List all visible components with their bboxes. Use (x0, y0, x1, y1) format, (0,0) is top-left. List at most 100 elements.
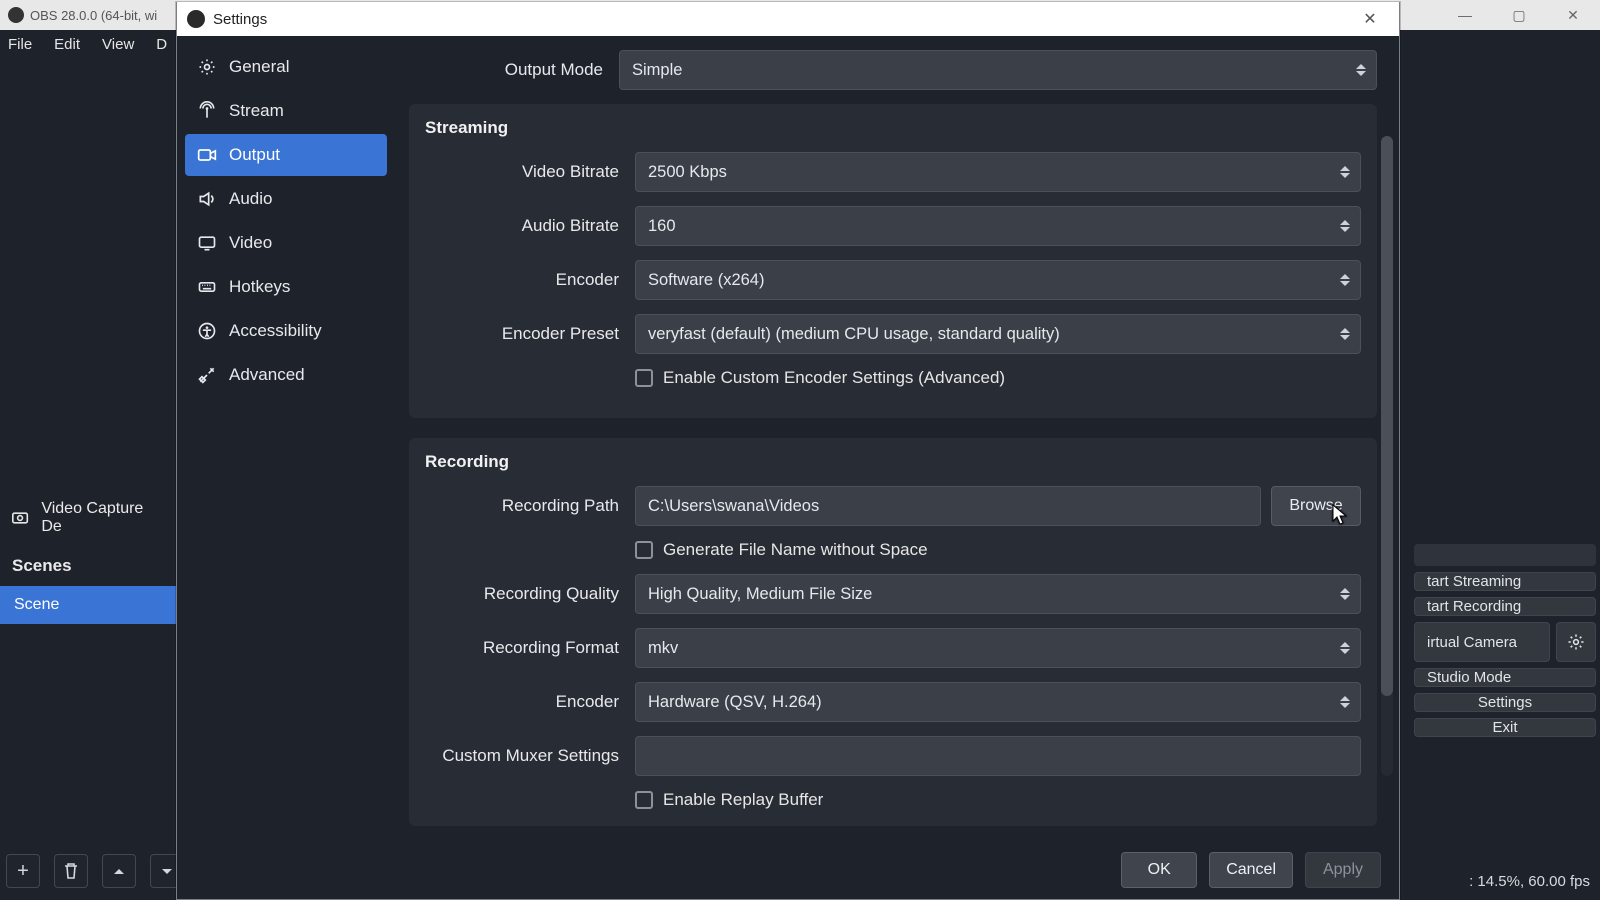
add-source-button[interactable]: + (6, 854, 40, 888)
accessibility-icon (197, 321, 217, 341)
recording-path-value: C:\Users\swana\Videos (648, 497, 819, 516)
sidebar-item-label: Accessibility (229, 321, 322, 341)
sidebar-item-label: Hotkeys (229, 277, 290, 297)
ok-button[interactable]: OK (1121, 852, 1197, 888)
cancel-button[interactable]: Cancel (1209, 852, 1293, 888)
dialog-footer: OK Cancel Apply (395, 841, 1399, 899)
apply-button[interactable]: Apply (1305, 852, 1381, 888)
stepper-icon[interactable] (1334, 157, 1356, 187)
encoder-preset-value: veryfast (default) (medium CPU usage, st… (648, 325, 1060, 344)
sidebar-item-label: Advanced (229, 365, 305, 385)
recording-group: Recording Recording Path C:\Users\swana\… (409, 438, 1377, 826)
recording-quality-select[interactable]: High Quality, Medium File Size (635, 574, 1361, 614)
scene-item[interactable]: Scene (0, 586, 176, 624)
video-bitrate-input[interactable]: 2500 Kbps (635, 152, 1361, 192)
custom-encoder-label: Enable Custom Encoder Settings (Advanced… (663, 368, 1005, 388)
source-tools: + (6, 854, 184, 888)
antenna-icon (197, 101, 217, 121)
menu-view[interactable]: View (102, 36, 134, 53)
exit-button[interactable]: Exit (1414, 718, 1596, 737)
audio-bitrate-select[interactable]: 160 (635, 206, 1361, 246)
settings-button[interactable]: Settings (1414, 693, 1596, 712)
settings-content: Output Mode Simple Streaming Video Bitra… (395, 36, 1399, 899)
keyboard-icon (197, 277, 217, 297)
output-mode-select[interactable]: Simple (619, 50, 1377, 90)
gear-icon (1567, 633, 1585, 651)
sidebar-item-audio[interactable]: Audio (185, 178, 387, 220)
recording-path-input[interactable]: C:\Users\swana\Videos (635, 486, 1261, 526)
audio-bitrate-label: Audio Bitrate (425, 216, 635, 236)
video-bitrate-value: 2500 Kbps (648, 163, 727, 182)
sidebar-item-video[interactable]: Video (185, 222, 387, 264)
sidebar-item-label: Audio (229, 189, 272, 209)
encoder-preset-select[interactable]: veryfast (default) (medium CPU usage, st… (635, 314, 1361, 354)
scrollbar-thumb[interactable] (1381, 136, 1393, 696)
output-icon (197, 145, 217, 165)
tools-icon (197, 365, 217, 385)
studio-mode-button[interactable]: Studio Mode (1414, 668, 1596, 687)
muxer-label: Custom Muxer Settings (425, 746, 635, 766)
main-title: OBS 28.0.0 (64-bit, wi (30, 8, 157, 23)
sidebar-item-general[interactable]: General (185, 46, 387, 88)
recording-format-label: Recording Format (425, 638, 635, 658)
custom-encoder-checkbox[interactable] (635, 369, 653, 387)
recording-encoder-value: Hardware (QSV, H.264) (648, 693, 822, 712)
obs-logo-icon (8, 7, 24, 23)
window-maximize-button[interactable]: ▢ (1492, 0, 1546, 30)
recording-quality-label: Recording Quality (425, 584, 635, 604)
sidebar-item-advanced[interactable]: Advanced (185, 354, 387, 396)
output-mode-row: Output Mode Simple (409, 50, 1377, 90)
video-bitrate-label: Video Bitrate (425, 162, 635, 182)
monitor-icon (197, 233, 217, 253)
sidebar-item-output[interactable]: Output (185, 134, 387, 176)
audio-bitrate-value: 160 (648, 217, 676, 236)
settings-sidebar: General Stream Output Audio Video Hotkey… (177, 36, 395, 899)
scenes-header: Scenes (0, 546, 176, 586)
sources-panel: Video Capture De Scenes Scene (0, 490, 176, 624)
encoder-preset-label: Encoder Preset (425, 324, 635, 344)
sidebar-item-label: General (229, 57, 289, 77)
streaming-title: Streaming (425, 118, 1361, 138)
muxer-input[interactable] (635, 736, 1361, 776)
menu-edit[interactable]: Edit (54, 36, 80, 53)
encoder-label: Encoder (425, 270, 635, 290)
recording-format-select[interactable]: mkv (635, 628, 1361, 668)
camera-icon (12, 510, 31, 526)
replay-buffer-checkbox[interactable] (635, 791, 653, 809)
recording-quality-value: High Quality, Medium File Size (648, 585, 872, 604)
window-close-button[interactable]: ✕ (1546, 0, 1600, 30)
menu-more[interactable]: D (156, 36, 167, 53)
move-up-button[interactable] (102, 854, 136, 888)
start-recording-button[interactable]: tart Recording (1414, 597, 1596, 616)
streaming-encoder-value: Software (x264) (648, 271, 764, 290)
obs-logo-icon (187, 10, 205, 28)
window-minimize-button[interactable]: — (1438, 0, 1492, 30)
chevron-updown-icon (1350, 55, 1372, 85)
replay-buffer-label: Enable Replay Buffer (663, 790, 823, 810)
dialog-close-button[interactable]: ✕ (1347, 2, 1393, 36)
generate-filename-checkbox[interactable] (635, 541, 653, 559)
start-streaming-button[interactable]: tart Streaming (1414, 572, 1596, 591)
streaming-encoder-select[interactable]: Software (x264) (635, 260, 1361, 300)
dialog-titlebar: Settings ✕ (177, 2, 1399, 36)
virtual-camera-settings-button[interactable] (1556, 622, 1596, 662)
sidebar-item-stream[interactable]: Stream (185, 90, 387, 132)
remove-source-button[interactable] (54, 854, 88, 888)
recording-title: Recording (425, 452, 1361, 472)
chevron-updown-icon (1334, 579, 1356, 609)
gear-icon (197, 57, 217, 77)
source-item[interactable]: Video Capture De (0, 490, 176, 546)
menu-file[interactable]: File (8, 36, 32, 53)
output-mode-value: Simple (632, 61, 682, 80)
chevron-updown-icon (1334, 319, 1356, 349)
controls-panel: tart Streaming tart Recording irtual Cam… (1410, 540, 1600, 741)
recording-encoder-select[interactable]: Hardware (QSV, H.264) (635, 682, 1361, 722)
browse-button[interactable]: Browse (1271, 486, 1361, 526)
sidebar-item-hotkeys[interactable]: Hotkeys (185, 266, 387, 308)
chevron-updown-icon (1334, 265, 1356, 295)
chevron-updown-icon (1334, 633, 1356, 663)
recording-path-label: Recording Path (425, 496, 635, 516)
recording-format-value: mkv (648, 639, 678, 658)
virtual-camera-button[interactable]: irtual Camera (1414, 622, 1550, 662)
sidebar-item-accessibility[interactable]: Accessibility (185, 310, 387, 352)
